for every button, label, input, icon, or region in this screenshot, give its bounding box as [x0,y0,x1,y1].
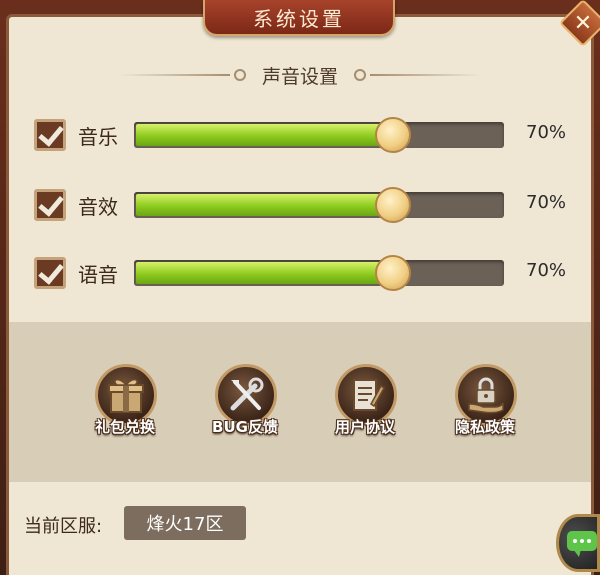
ornament-icon [233,69,246,81]
voice-slider-fill [136,262,391,284]
voice-label: 语音 [78,263,118,287]
current-server-value: 烽火17区 [124,506,246,540]
privacy-policy-label: 隐私政策 [454,418,515,436]
effects-label: 音效 [78,195,118,219]
gift-redeem-button[interactable]: 礼包兑换 [75,358,175,448]
actions-area: 礼包兑换 BUG反馈 用户协议 隐私政策 [9,322,591,482]
music-slider-knob[interactable] [375,117,411,153]
privacy-policy-button[interactable]: 隐私政策 [435,358,535,448]
sound-row-effects: 音效 70% [34,186,574,226]
voice-percent: 70% [526,260,567,281]
current-server-label: 当前区服: [24,516,103,537]
divider-right [370,74,480,76]
ornament-icon [354,69,366,81]
sound-row-music: 音乐 70% [34,116,574,156]
sound-section-header: 声音设置 [0,60,600,90]
chat-button[interactable] [556,514,600,572]
bug-feedback-button[interactable]: BUG反馈 [195,358,295,448]
user-agreement-button[interactable]: 用户协议 [315,358,415,448]
voice-slider[interactable] [134,255,504,291]
effects-slider-fill [136,194,391,216]
window-title: 系统设置 [203,0,395,36]
divider-left [119,74,230,76]
gift-redeem-label: 礼包兑换 [94,418,155,436]
music-slider-fill [136,124,391,146]
user-agreement-label: 用户协议 [334,418,395,436]
voice-slider-knob[interactable] [375,255,411,291]
music-percent: 70% [526,122,567,143]
bug-feedback-label: BUG反馈 [212,418,278,436]
sound-row-voice: 语音 70% [34,254,574,294]
effects-slider-knob[interactable] [375,187,411,223]
close-icon: ✕ [573,10,593,36]
music-label: 音乐 [78,125,118,149]
effects-checkbox[interactable] [34,189,66,221]
music-checkbox[interactable] [34,119,66,151]
voice-checkbox[interactable] [34,257,66,289]
chat-icon [567,531,597,557]
effects-slider[interactable] [134,187,504,223]
effects-percent: 70% [526,192,567,213]
settings-panel [6,14,594,575]
music-slider[interactable] [134,117,504,153]
section-title: 声音设置 [261,65,338,88]
